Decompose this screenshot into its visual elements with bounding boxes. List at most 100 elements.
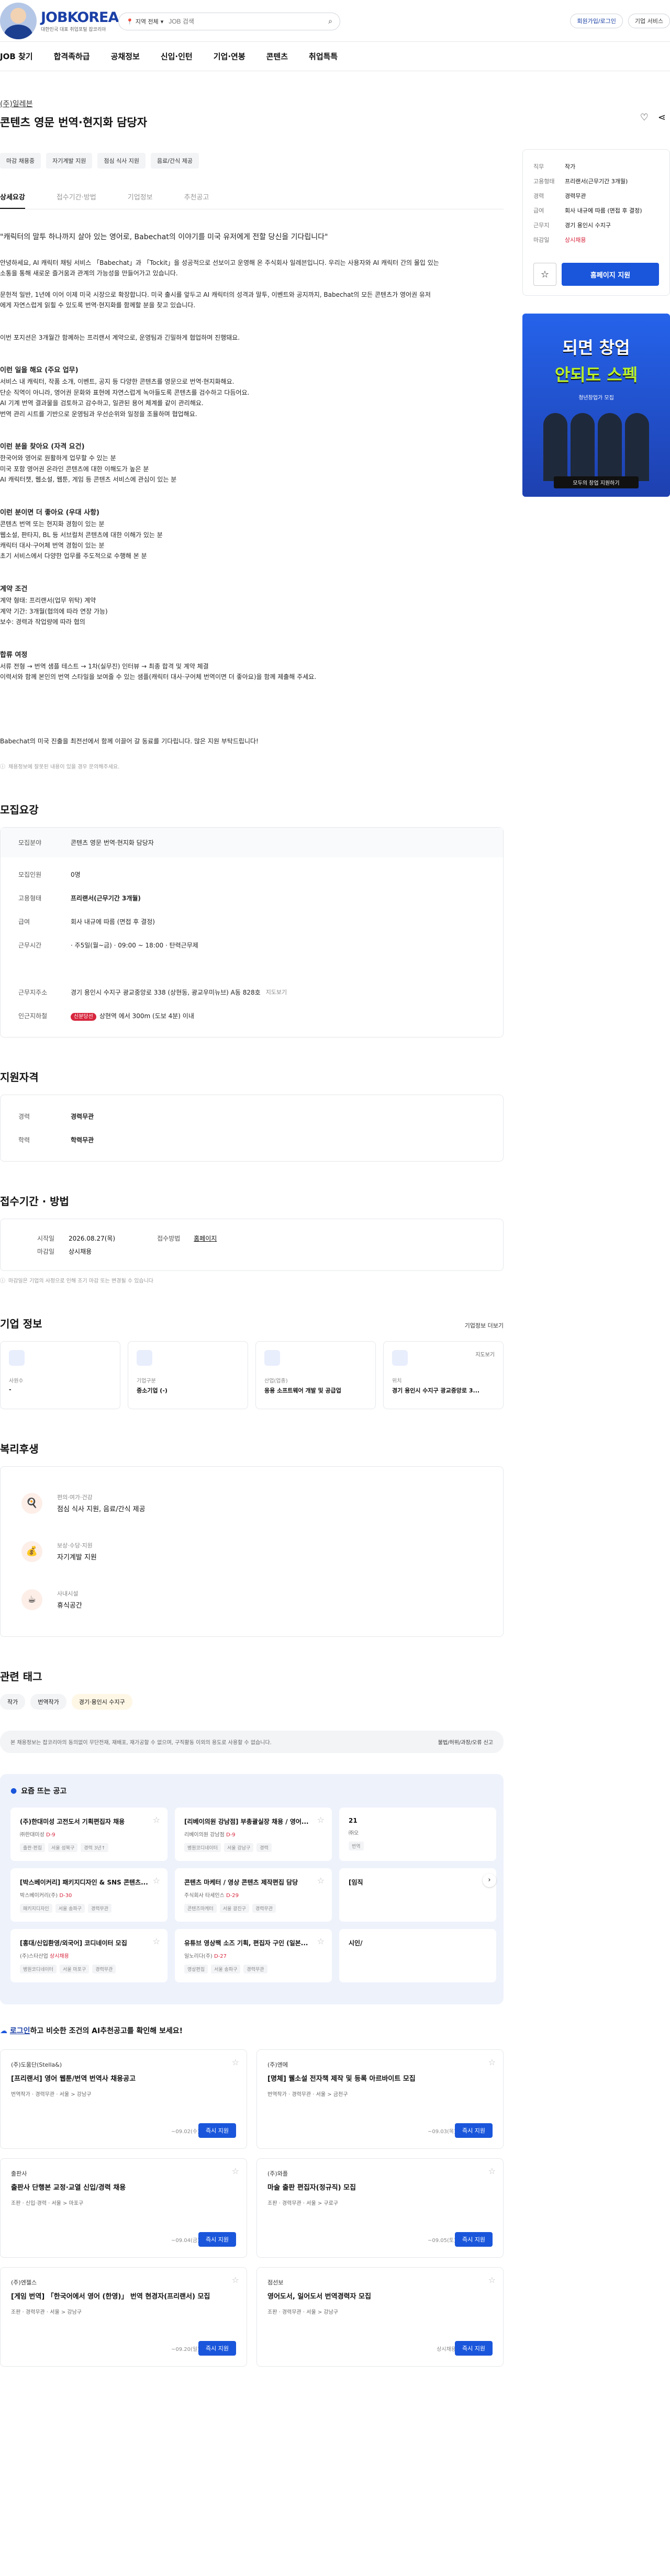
nav-item-company[interactable]: 기업·연봉 [214, 51, 245, 62]
login-link[interactable]: 로그인 [10, 2027, 30, 2035]
company-more-link[interactable]: 기업정보 더보기 [465, 1321, 504, 1330]
apply-now-button[interactable]: 즉시 지원 [198, 2123, 236, 2138]
apply-button[interactable]: 홈페이지 지원 [562, 263, 659, 286]
star-icon[interactable]: ☆ [488, 2057, 496, 2067]
company-name[interactable]: (주)일레븐 [0, 98, 504, 109]
ai-title-text: 하고 비슷한 조건의 AI추천공고를 확인해 보세요! [30, 2026, 183, 2035]
bookmark-star-icon[interactable]: ☆ [533, 263, 556, 286]
ai-job-card[interactable]: ☆ (주)엔젤스 [게임 번역] 「한국어에서 영어 (한영)」 번역 현경자(프리… [0, 2267, 247, 2367]
ai-recommend-grid: ☆ (주)도움단(Stella&) [프리랜서] 영어 웹툰/번역 번역사 채용공고… [0, 2049, 504, 2367]
apply-now-button[interactable]: 즉시 지원 [455, 2123, 493, 2138]
map-link[interactable]: 지도보기 [475, 1350, 495, 1358]
apply-now-button[interactable]: 즉시 지원 [198, 2232, 236, 2247]
map-link[interactable]: 지도보기 [266, 988, 287, 997]
recommend-card[interactable]: 시인/ [339, 1928, 496, 1982]
tab-period[interactable]: 접수기간·방법 [57, 186, 96, 209]
card-title: [프리랜서] 영어 웹툰/번역 번역사 채용공고 [11, 2075, 136, 2083]
side-summary: 직무 작가 고용형태 프리랜서(근무기간 3개월) 경력 경력무관 급여 회사 내규에 … [522, 149, 670, 296]
card-deadline: D-29 [226, 1892, 239, 1899]
recommend-card[interactable]: ☆ 콘텐츠 마케터 / 영상 콘텐츠 제작편집 담당 주식회사 타세인스 D-29 콘… [175, 1868, 332, 1922]
recommend-card[interactable]: ☆ [리베이의원 강남점] 부총괄실장 채용 / 영어... 리베이의원 강남점 D… [175, 1807, 332, 1861]
recruit-value: 프리랜서(근무기간 3개월) [71, 894, 141, 902]
star-icon[interactable]: ☆ [232, 2057, 239, 2067]
card-meta: 서울 성북구 [48, 1843, 78, 1852]
tab-recommend[interactable]: 추천공고 [184, 186, 209, 209]
info-icon: ⓘ [0, 1278, 5, 1284]
card-title: 영어도서, 일어도서 번역경력자 모집 [267, 2292, 371, 2301]
star-icon[interactable]: ☆ [317, 1876, 325, 1886]
login-button[interactable]: 회원가입/로그인 [570, 14, 623, 28]
region-select[interactable]: 📍 지역 전체 ▾ [126, 17, 163, 26]
star-icon[interactable]: ☆ [488, 2166, 496, 2176]
star-icon[interactable]: ☆ [488, 2275, 496, 2285]
recommend-card[interactable]: ☆ (주)한대미성 고전도서 기획편집자 채용 ㈜한대미성 D-9 출판·편집 서울 성… [10, 1807, 168, 1861]
ai-job-card[interactable]: ☆ (주)도움단(Stella&) [프리랜서] 영어 웹툰/번역 번역사 채용공고… [0, 2049, 247, 2149]
tab-detail[interactable]: 상세요강 [0, 186, 25, 209]
ai-job-card[interactable]: ☆ 출판사 출판사 단행본 교정·교열 신입/경력 채용 조판 · 신입·경력 · 서… [0, 2158, 247, 2258]
recommend-card[interactable]: [임직 [339, 1868, 496, 1922]
recommend-card[interactable]: ☆ 유튜브 영상팩 소즈 기획, 편집자 구인 (일본... 일노리다(주) D-2… [175, 1928, 332, 1982]
detail-heading: 이런 분을 찾아요 (자격 요건) [0, 443, 85, 451]
recommend-card[interactable]: ☆ [홍대/신입환영/외국어] 코디네이터 모집 (주)스타산업 상시채용 병원코디네… [10, 1928, 168, 1982]
nav-item-pass[interactable]: 합격족하급 [54, 51, 90, 62]
detail-text: 이력서와 함께 본인의 번역 스타일을 보여줄 수 있는 샘플(캐릭터 대사·구… [0, 673, 317, 681]
card-value: - [9, 1386, 12, 1393]
recommend-grid: ☆ (주)한대미성 고전도서 기획편집자 채용 ㈜한대미성 D-9 출판·편집 서울 성… [10, 1807, 496, 1982]
welfare-value: 휴식공간 [57, 1602, 82, 1610]
nav-item-job[interactable]: JOB 찾기 [0, 51, 33, 62]
star-icon[interactable]: ☆ [153, 1876, 160, 1886]
employer-service-button[interactable]: 기업 서비스 [628, 14, 670, 28]
related-tag[interactable]: 번역작가 [30, 1693, 66, 1710]
card-meta: 조판 · 경력무관 · 서울 > 구로구 [267, 2200, 339, 2206]
ai-job-card[interactable]: ☆ 점선보영어도서, 일어도서 번역경력자 모집조판 · 경력무관 · 서울 > … [256, 2267, 504, 2367]
star-icon[interactable]: ☆ [317, 1936, 325, 1946]
card-company: (주)스타산업 [20, 1953, 48, 1959]
card-meta: 조판 · 경력무관 · 서울 > 강남구 [267, 2309, 339, 2315]
ai-job-card[interactable]: ☆ (주)와플 마술 출판 편집자(정규직) 모집 조판 · 경력무관 · 서울 > … [256, 2158, 504, 2258]
card-company: 점선보 [267, 2279, 284, 2286]
star-icon[interactable]: ☆ [153, 1815, 160, 1825]
heart-icon[interactable]: ♡ [640, 112, 649, 123]
tab-company[interactable]: 기업정보 [128, 186, 153, 209]
nav-item-open[interactable]: 공채정보 [111, 51, 140, 62]
report-notice[interactable]: ⓘ 채용정보에 잘못된 내용이 있을 경우 문의해주세요. [0, 762, 504, 770]
detail-text: 서류 전형 → 번역 샘플 테스트 → 1차(실무진) 인터뷰 → 최종 합격 … [0, 662, 209, 670]
related-tag[interactable]: 작가 [0, 1693, 26, 1710]
detail-text: 단순 직역이 아니라, 영어권 문화와 표현에 자연스럽게 녹아들도록 콘텐츠를… [0, 388, 250, 396]
star-icon[interactable]: ☆ [153, 1936, 160, 1946]
detail-text: 서비스 내 캐릭터, 작품 소개, 이벤트, 공지 등 다양한 콘텐츠를 영문으… [0, 378, 234, 386]
ai-job-card[interactable]: ☆ (주)엔에 [명체] 웰소설 전자책 제작 및 등록 아르바이트 모집 번역작가 … [256, 2049, 504, 2149]
recommend-card[interactable]: ☆ [박스베이커리] 패키지디자인 & SNS 콘텐츠... 박스베이커리(주) D… [10, 1868, 168, 1922]
card-title: 마술 출판 편집자(정규직) 모집 [267, 2183, 356, 2192]
nav-item-special[interactable]: 취업특특 [309, 51, 338, 62]
main-content: (주)일레븐 콘텐츠 영문 번역·현지화 담당자 ♡ ⋖ 마감 채용중 자기계발… [0, 89, 666, 2367]
detail-text: 안녕하세요, AI 캐릭터 채팅 서비스 「Babechat」과 「Tockit… [0, 259, 439, 266]
nav-item-content[interactable]: 콘텐츠 [266, 51, 288, 62]
apply-now-button[interactable]: 즉시 지원 [198, 2340, 236, 2356]
star-icon[interactable]: ☆ [232, 2166, 239, 2176]
star-icon[interactable]: ☆ [317, 1815, 325, 1825]
star-icon[interactable]: ☆ [232, 2275, 239, 2285]
recommend-card[interactable]: 21 ㈜오 번역 [339, 1807, 496, 1861]
chevron-right-icon[interactable]: › [483, 1873, 496, 1887]
ad-people-image [543, 413, 649, 481]
card-title: 21 [349, 1816, 358, 1824]
ad-banner[interactable]: 되면 창업 안되도 스펙 청년창업가 모집 모두의 창업 지원하기 [522, 314, 670, 497]
apply-method-link[interactable]: 홈페이지 [194, 1234, 217, 1256]
side-key: 경력 [533, 193, 544, 199]
apply-now-button[interactable]: 즉시 지원 [455, 2340, 493, 2356]
search-input[interactable] [169, 18, 323, 25]
share-icon[interactable]: ⋖ [658, 112, 666, 123]
recommend-title: 요즘 뜨는 공고 [21, 1787, 67, 1796]
logo[interactable]: JOBKOREA 대한민국 대표 취업포털 잡코리아 [0, 3, 119, 39]
related-tag[interactable]: 경기·용인시 수지구 [71, 1693, 132, 1710]
report-link[interactable]: 불법/허위/과장/오류 신고 [438, 1738, 493, 1746]
nav-item-intern[interactable]: 신입·인턴 [161, 51, 193, 62]
period-start: 2026.08.27(목) [69, 1234, 116, 1242]
search-icon[interactable]: ⌕ [328, 17, 332, 26]
qual-key: 경력 [18, 1112, 30, 1120]
apply-now-button[interactable]: 즉시 지원 [455, 2232, 493, 2247]
card-deadline: ~09.02(수) [171, 2128, 199, 2135]
detail-lead: "캐릭터의 말투 하나까지 살아 있는 영어로, Babechat의 이야기를 … [0, 233, 328, 241]
side-key: 근무지 [533, 222, 550, 229]
